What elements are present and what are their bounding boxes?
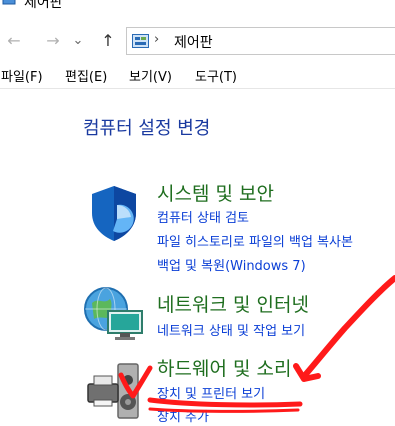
annotation-overlay <box>118 275 395 413</box>
annotation-underline-2 <box>148 407 300 413</box>
check-mark <box>118 365 153 399</box>
annotation-arrow <box>303 275 395 377</box>
annotation-underline <box>147 397 303 408</box>
